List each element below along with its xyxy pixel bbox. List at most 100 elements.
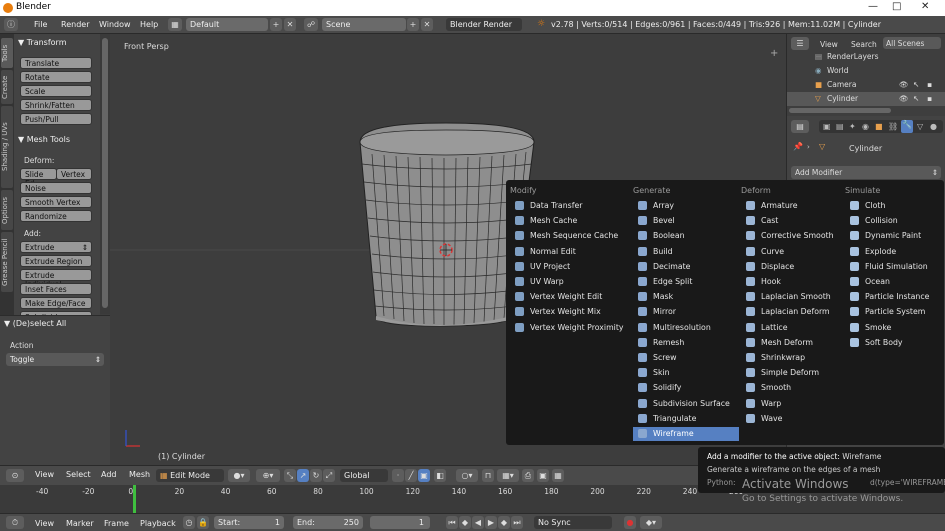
- jump-end-icon[interactable]: ⏭: [511, 516, 523, 529]
- menu-item-particle-system[interactable]: Particle System: [845, 305, 943, 319]
- screen-layout-icon[interactable]: ▦: [168, 18, 182, 31]
- auto-keying-icon[interactable]: ●: [624, 516, 636, 529]
- toolshelf-scrollbar[interactable]: [100, 34, 110, 314]
- menu-item-boolean[interactable]: Boolean: [633, 229, 739, 243]
- menu-item-mesh-sequence-cache[interactable]: Mesh Sequence Cache: [510, 229, 630, 243]
- outliner-item-cylinder[interactable]: ▽ Cylinder 👁 ↖ ▪: [787, 92, 945, 106]
- rotate-manipulator-icon[interactable]: ↻: [310, 469, 322, 482]
- menu-item-screw[interactable]: Screw: [633, 351, 739, 365]
- menu-item-explode[interactable]: Explode: [845, 245, 943, 259]
- render-camera-icon[interactable]: ▪: [927, 94, 932, 103]
- menu-item-laplacian-deform[interactable]: Laplacian Deform: [741, 305, 843, 319]
- menu-item-hook[interactable]: Hook: [741, 275, 843, 289]
- opengl-render-icon[interactable]: ▣: [537, 469, 549, 482]
- menu-item-mesh-deform[interactable]: Mesh Deform: [741, 336, 843, 350]
- prev-keyframe-icon[interactable]: ◆: [459, 516, 471, 529]
- menu-item-particle-instance[interactable]: Particle Instance: [845, 290, 943, 304]
- jump-start-icon[interactable]: ⏮: [446, 516, 458, 529]
- menu-item-displace[interactable]: Displace: [741, 260, 843, 274]
- next-keyframe-icon[interactable]: ◆: [498, 516, 510, 529]
- menu-item-collision[interactable]: Collision: [845, 214, 943, 228]
- smooth-vertex-button[interactable]: Smooth Vertex: [20, 196, 92, 208]
- menu-item-smoke[interactable]: Smoke: [845, 321, 943, 335]
- proportional-edit-icon[interactable]: ○▾: [456, 469, 478, 482]
- preview-range-icon[interactable]: ◷: [183, 516, 195, 529]
- outliner-search-menu[interactable]: Search: [851, 40, 877, 49]
- menu-item-fluid-simulation[interactable]: Fluid Simulation: [845, 260, 943, 274]
- add-modifier-dropdown[interactable]: Add Modifier ⇕: [791, 166, 941, 179]
- push-pull-button[interactable]: Push/Pull: [20, 113, 92, 125]
- menu-item-wireframe[interactable]: Wireframe: [633, 427, 739, 441]
- menu-item-simple-deform[interactable]: Simple Deform: [741, 366, 843, 380]
- menu-item-normal-edit[interactable]: Normal Edit: [510, 245, 630, 259]
- menu-item-mirror[interactable]: Mirror: [633, 305, 739, 319]
- viewport-shading-icon[interactable]: ●▾: [228, 469, 250, 482]
- 3d-view-editor-icon[interactable]: ⊙: [6, 469, 24, 482]
- scene-tab-icon[interactable]: ✦: [849, 122, 856, 131]
- outliner-item-world[interactable]: ◉ World: [787, 64, 945, 78]
- end-frame-field[interactable]: End: 250: [293, 516, 363, 529]
- material-tab-icon[interactable]: ●: [930, 122, 937, 131]
- modifiers-tab-icon[interactable]: 🔧: [901, 120, 913, 133]
- slide-edge-button[interactable]: Slide Ed: [20, 168, 57, 188]
- menu-help[interactable]: Help: [140, 20, 158, 29]
- transform-panel-header[interactable]: ▼ Transform: [14, 36, 100, 50]
- snap-element-icon[interactable]: ▦▾: [497, 469, 519, 482]
- menu-item-wave[interactable]: Wave: [741, 412, 843, 426]
- tab-grease-pencil[interactable]: Grease Pencil: [1, 232, 13, 292]
- play-reverse-icon[interactable]: ◀: [472, 516, 484, 529]
- menu-item-data-transfer[interactable]: Data Transfer: [510, 199, 630, 213]
- select-arrow-icon[interactable]: ↖: [913, 94, 919, 103]
- translate-button[interactable]: Translate: [20, 57, 92, 69]
- manipulator-toggle-icon[interactable]: ⤡: [284, 469, 296, 482]
- view-menu[interactable]: View: [35, 470, 54, 479]
- scrollbar-thumb[interactable]: [102, 38, 108, 308]
- play-icon[interactable]: ▶: [485, 516, 497, 529]
- menu-item-uv-project[interactable]: UV Project: [510, 260, 630, 274]
- menu-item-cast[interactable]: Cast: [741, 214, 843, 228]
- outliner-editor-icon[interactable]: ☰: [791, 37, 809, 50]
- sync-dropdown[interactable]: No Sync: [534, 516, 612, 529]
- menu-item-soft-body[interactable]: Soft Body: [845, 336, 943, 350]
- menu-file[interactable]: File: [34, 20, 47, 29]
- menu-item-armature[interactable]: Armature: [741, 199, 843, 213]
- pivot-point-icon[interactable]: ⊕▾: [256, 469, 280, 482]
- extrude-dropdown[interactable]: Extrude ⇕: [20, 241, 92, 253]
- layers-icon[interactable]: ▦: [552, 469, 564, 482]
- menu-item-edge-split[interactable]: Edge Split: [633, 275, 739, 289]
- menu-item-bevel[interactable]: Bevel: [633, 214, 739, 228]
- rotate-button[interactable]: Rotate: [20, 71, 92, 83]
- mode-dropdown[interactable]: ▦ Edit Mode: [156, 469, 224, 482]
- menu-item-multiresolution[interactable]: Multiresolution: [633, 321, 739, 335]
- menu-item-lattice[interactable]: Lattice: [741, 321, 843, 335]
- screen-layout-field[interactable]: Default: [186, 18, 268, 31]
- menu-item-ocean[interactable]: Ocean: [845, 275, 943, 289]
- tab-shading-uvs[interactable]: Shading / UVs: [1, 106, 13, 188]
- render-engine-dropdown[interactable]: Blender Render: [446, 18, 522, 31]
- vertex-slide-button[interactable]: Vertex: [56, 168, 92, 180]
- menu-item-vertex-weight-proximity[interactable]: Vertex Weight Proximity: [510, 321, 630, 335]
- vertex-select-icon[interactable]: ·: [392, 469, 404, 482]
- menu-item-remesh[interactable]: Remesh: [633, 336, 739, 350]
- extrude-individual-button[interactable]: Extrude Individual: [20, 269, 92, 289]
- menu-item-cloth[interactable]: Cloth: [845, 199, 943, 213]
- data-tab-icon[interactable]: ▽: [917, 122, 923, 131]
- menu-item-subdivision-surface[interactable]: Subdivision Surface: [633, 397, 739, 411]
- properties-editor-icon[interactable]: ▤: [791, 120, 809, 133]
- menu-item-smooth[interactable]: Smooth: [741, 381, 843, 395]
- noise-button[interactable]: Noise: [20, 182, 92, 194]
- pin-icon[interactable]: 📌: [793, 142, 803, 151]
- remove-screen-icon[interactable]: ✕: [284, 18, 296, 31]
- add-scene-icon[interactable]: +: [407, 18, 419, 31]
- scene-icon[interactable]: ☍: [304, 18, 318, 31]
- timeline-view-menu[interactable]: View: [35, 519, 54, 528]
- outliner-view-menu[interactable]: View: [820, 40, 838, 49]
- remove-scene-icon[interactable]: ✕: [421, 18, 433, 31]
- menu-item-shrinkwrap[interactable]: Shrinkwrap: [741, 351, 843, 365]
- current-frame-line[interactable]: [133, 485, 136, 513]
- render-preview-icon[interactable]: ⎙: [522, 469, 534, 482]
- orientation-dropdown[interactable]: Global: [340, 469, 388, 482]
- menu-item-triangulate[interactable]: Triangulate: [633, 412, 739, 426]
- menu-item-uv-warp[interactable]: UV Warp: [510, 275, 630, 289]
- render-tab-icon[interactable]: ▣: [823, 122, 831, 131]
